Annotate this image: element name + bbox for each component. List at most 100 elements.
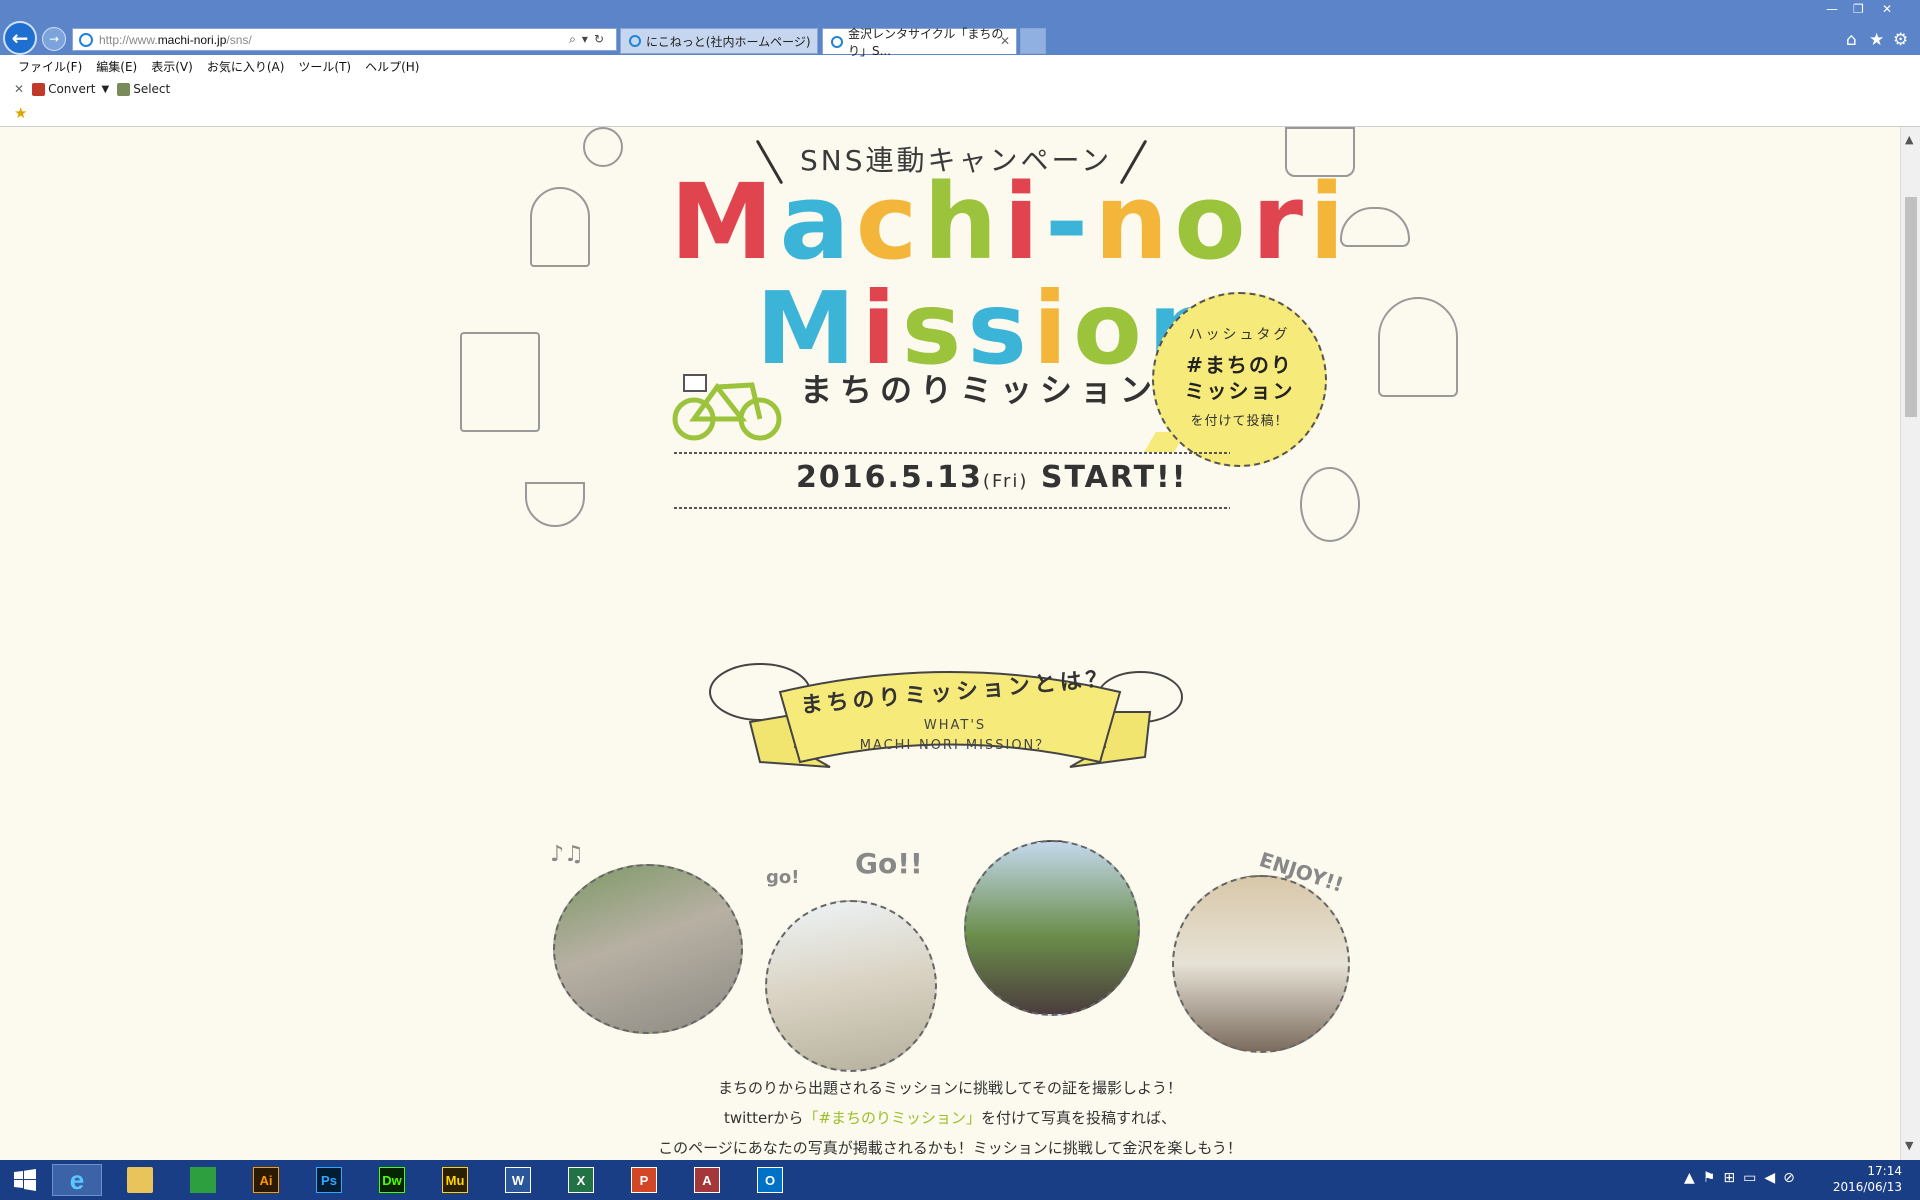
start-date: 2016.5.13(Fri) START!! [796, 460, 1188, 495]
title-letter: c [855, 161, 924, 283]
close-toolbar-icon[interactable]: ✕ [14, 82, 24, 96]
lantern-doodle-icon [530, 187, 590, 267]
ie-page-icon [629, 35, 641, 47]
scroll-thumb[interactable] [1905, 197, 1917, 417]
photo-kids-cycling [553, 864, 743, 1034]
browser-chrome: ← → http://www.machi-nori.jp/sns/ ⌕▾↻ にこ… [0, 0, 1920, 127]
photo-parked-bikes [964, 840, 1140, 1016]
chevron-down-icon[interactable]: ▾ [582, 32, 594, 46]
taskbar-app[interactable]: Mu [430, 1164, 480, 1196]
tab-label: にこねっと(社内ホームページ) [646, 34, 811, 49]
app-icon: O [757, 1167, 783, 1193]
flag-icon[interactable]: ⚑ [1703, 1170, 1724, 1186]
menu-tools[interactable]: ツール(T) [298, 58, 351, 75]
convert-button[interactable]: Convert [48, 82, 95, 96]
taskbar-app[interactable]: O [745, 1164, 795, 1196]
menu-help[interactable]: ヘルプ(H) [365, 58, 419, 75]
taskbar-app[interactable]: Ps [304, 1164, 354, 1196]
photo-smiling-riders [1172, 875, 1350, 1053]
tab-label: 金沢レンタサイクル「まちのり」S... [848, 26, 1004, 58]
start-button[interactable] [0, 1164, 50, 1196]
tab-nikonet[interactable]: にこねっと(社内ホームページ) [620, 28, 818, 54]
close-icon[interactable]: ✕ [1000, 34, 1010, 48]
taskbar-ie[interactable]: e [52, 1164, 102, 1196]
taskbar-app[interactable]: A [682, 1164, 732, 1196]
refresh-icon[interactable]: ↻ [594, 32, 610, 46]
deco-go-small: go! [766, 867, 800, 888]
title-letter: - [1045, 161, 1095, 283]
desc-line3: このページにあなたの写真が掲載されるかも！ミッションに挑戦して金沢を楽しもう！ [658, 1139, 1242, 1157]
taskbar: e Ai Ps Dw Mu W X P A O ▲⚑⊞▭◀⊘ 17:14 2016/06/13 [0, 1160, 1920, 1200]
minimize-icon[interactable]: — [1826, 2, 1838, 16]
clock[interactable]: 17:14 2016/06/13 [1833, 1163, 1902, 1195]
title-bar: ← → http://www.machi-nori.jp/sns/ ⌕▾↻ にこ… [0, 0, 1920, 58]
hashtag-bubble: ハッシュタグ #まちのり ミッション を付けて投稿！ [1152, 292, 1327, 467]
app-icon: Ps [316, 1167, 342, 1193]
store-icon [190, 1167, 216, 1193]
menu-view[interactable]: 表示(V) [151, 58, 193, 75]
ie-icon: e [69, 1164, 85, 1195]
taskbar-app[interactable]: Dw [367, 1164, 417, 1196]
bubble-line3: ミッション [1184, 379, 1295, 403]
select-icon [117, 82, 131, 96]
bicycle-svg [672, 374, 782, 441]
taskbar-store[interactable] [178, 1164, 228, 1196]
select-button[interactable]: Select [133, 82, 170, 96]
taskbar-app[interactable]: P [619, 1164, 669, 1196]
network-icon[interactable]: ▭ [1743, 1170, 1764, 1186]
forward-button[interactable]: → [42, 27, 66, 51]
app-icon: A [694, 1167, 720, 1193]
ball-doodle-icon [583, 127, 623, 167]
menu-favorites[interactable]: お気に入り(A) [207, 58, 285, 75]
menu-edit[interactable]: 編集(E) [96, 58, 137, 75]
clock-date: 2016/06/13 [1832, 1180, 1902, 1194]
title-letter: r [1251, 161, 1310, 283]
windows-small-icon[interactable]: ⊞ [1723, 1170, 1743, 1186]
section-subtitle: WHAT'S MACHI-NORI MISSION？ [859, 718, 1051, 753]
back-button[interactable]: ← [3, 21, 37, 55]
gear-icon[interactable]: ⚙ [1893, 30, 1908, 50]
castle-doodle-icon [460, 332, 540, 432]
scroll-down-icon[interactable]: ▼ [1905, 1139, 1913, 1152]
arrow-right-icon: → [48, 32, 60, 46]
volume-icon[interactable]: ◀ [1764, 1170, 1783, 1186]
home-icon[interactable]: ⌂ [1846, 30, 1857, 50]
chevron-down-icon[interactable]: ▼ [102, 84, 110, 95]
clock-time: 17:14 [1867, 1164, 1902, 1178]
new-tab-button[interactable] [1020, 28, 1046, 54]
taskbar-app[interactable]: X [556, 1164, 606, 1196]
section-ribbon: まちのりミッションとは？ WHAT'S MACHI-NORI MISSION？ [700, 652, 1200, 782]
app-icon: W [505, 1167, 531, 1193]
date-rule-top [674, 452, 1230, 454]
taskbar-explorer[interactable] [115, 1164, 165, 1196]
arrow-left-icon: ← [11, 26, 29, 50]
vertical-scrollbar[interactable]: ▲ ▼ [1900, 127, 1920, 1160]
hashtag-highlight: 「#まちのりミッション」 [803, 1109, 982, 1127]
title-letter: a [779, 161, 856, 283]
scroll-up-icon[interactable]: ▲ [1905, 133, 1913, 146]
search-icon[interactable]: ⌕ [569, 32, 582, 46]
taskbar-app[interactable]: W [493, 1164, 543, 1196]
address-url[interactable]: http://www.machi-nori.jp/sns/ [99, 33, 252, 47]
address-bar[interactable]: http://www.machi-nori.jp/sns/ ⌕▾↻ [72, 28, 617, 51]
blocked-icon[interactable]: ⊘ [1783, 1170, 1803, 1186]
app-icon: Dw [379, 1167, 405, 1193]
menu-file[interactable]: ファイル(F) [18, 58, 82, 75]
pdf-convert-icon [32, 82, 46, 96]
bicycle-icon [672, 367, 782, 442]
photo-couple-cycling [765, 900, 937, 1072]
taskbar-app[interactable]: Ai [241, 1164, 291, 1196]
favorites-star-icon[interactable]: ★ [1869, 30, 1884, 50]
chevron-up-icon[interactable]: ▲ [1684, 1170, 1703, 1186]
doll-doodle-icon [1300, 467, 1360, 542]
tab-machinori[interactable]: 金沢レンタサイクル「まちのり」S... ✕ [822, 27, 1017, 58]
restore-icon[interactable]: ❐ [1853, 2, 1864, 16]
title-letter: h [923, 161, 1004, 283]
bubble-line4: を付けて投稿！ [1190, 414, 1289, 429]
close-window-icon[interactable]: ✕ [1882, 2, 1892, 16]
ie-page-icon [79, 32, 93, 47]
app-icon: Mu [442, 1167, 468, 1193]
favorites-add-icon[interactable]: ★ [14, 104, 27, 122]
title-letter: M [670, 161, 780, 283]
windows-icon [14, 1169, 36, 1191]
